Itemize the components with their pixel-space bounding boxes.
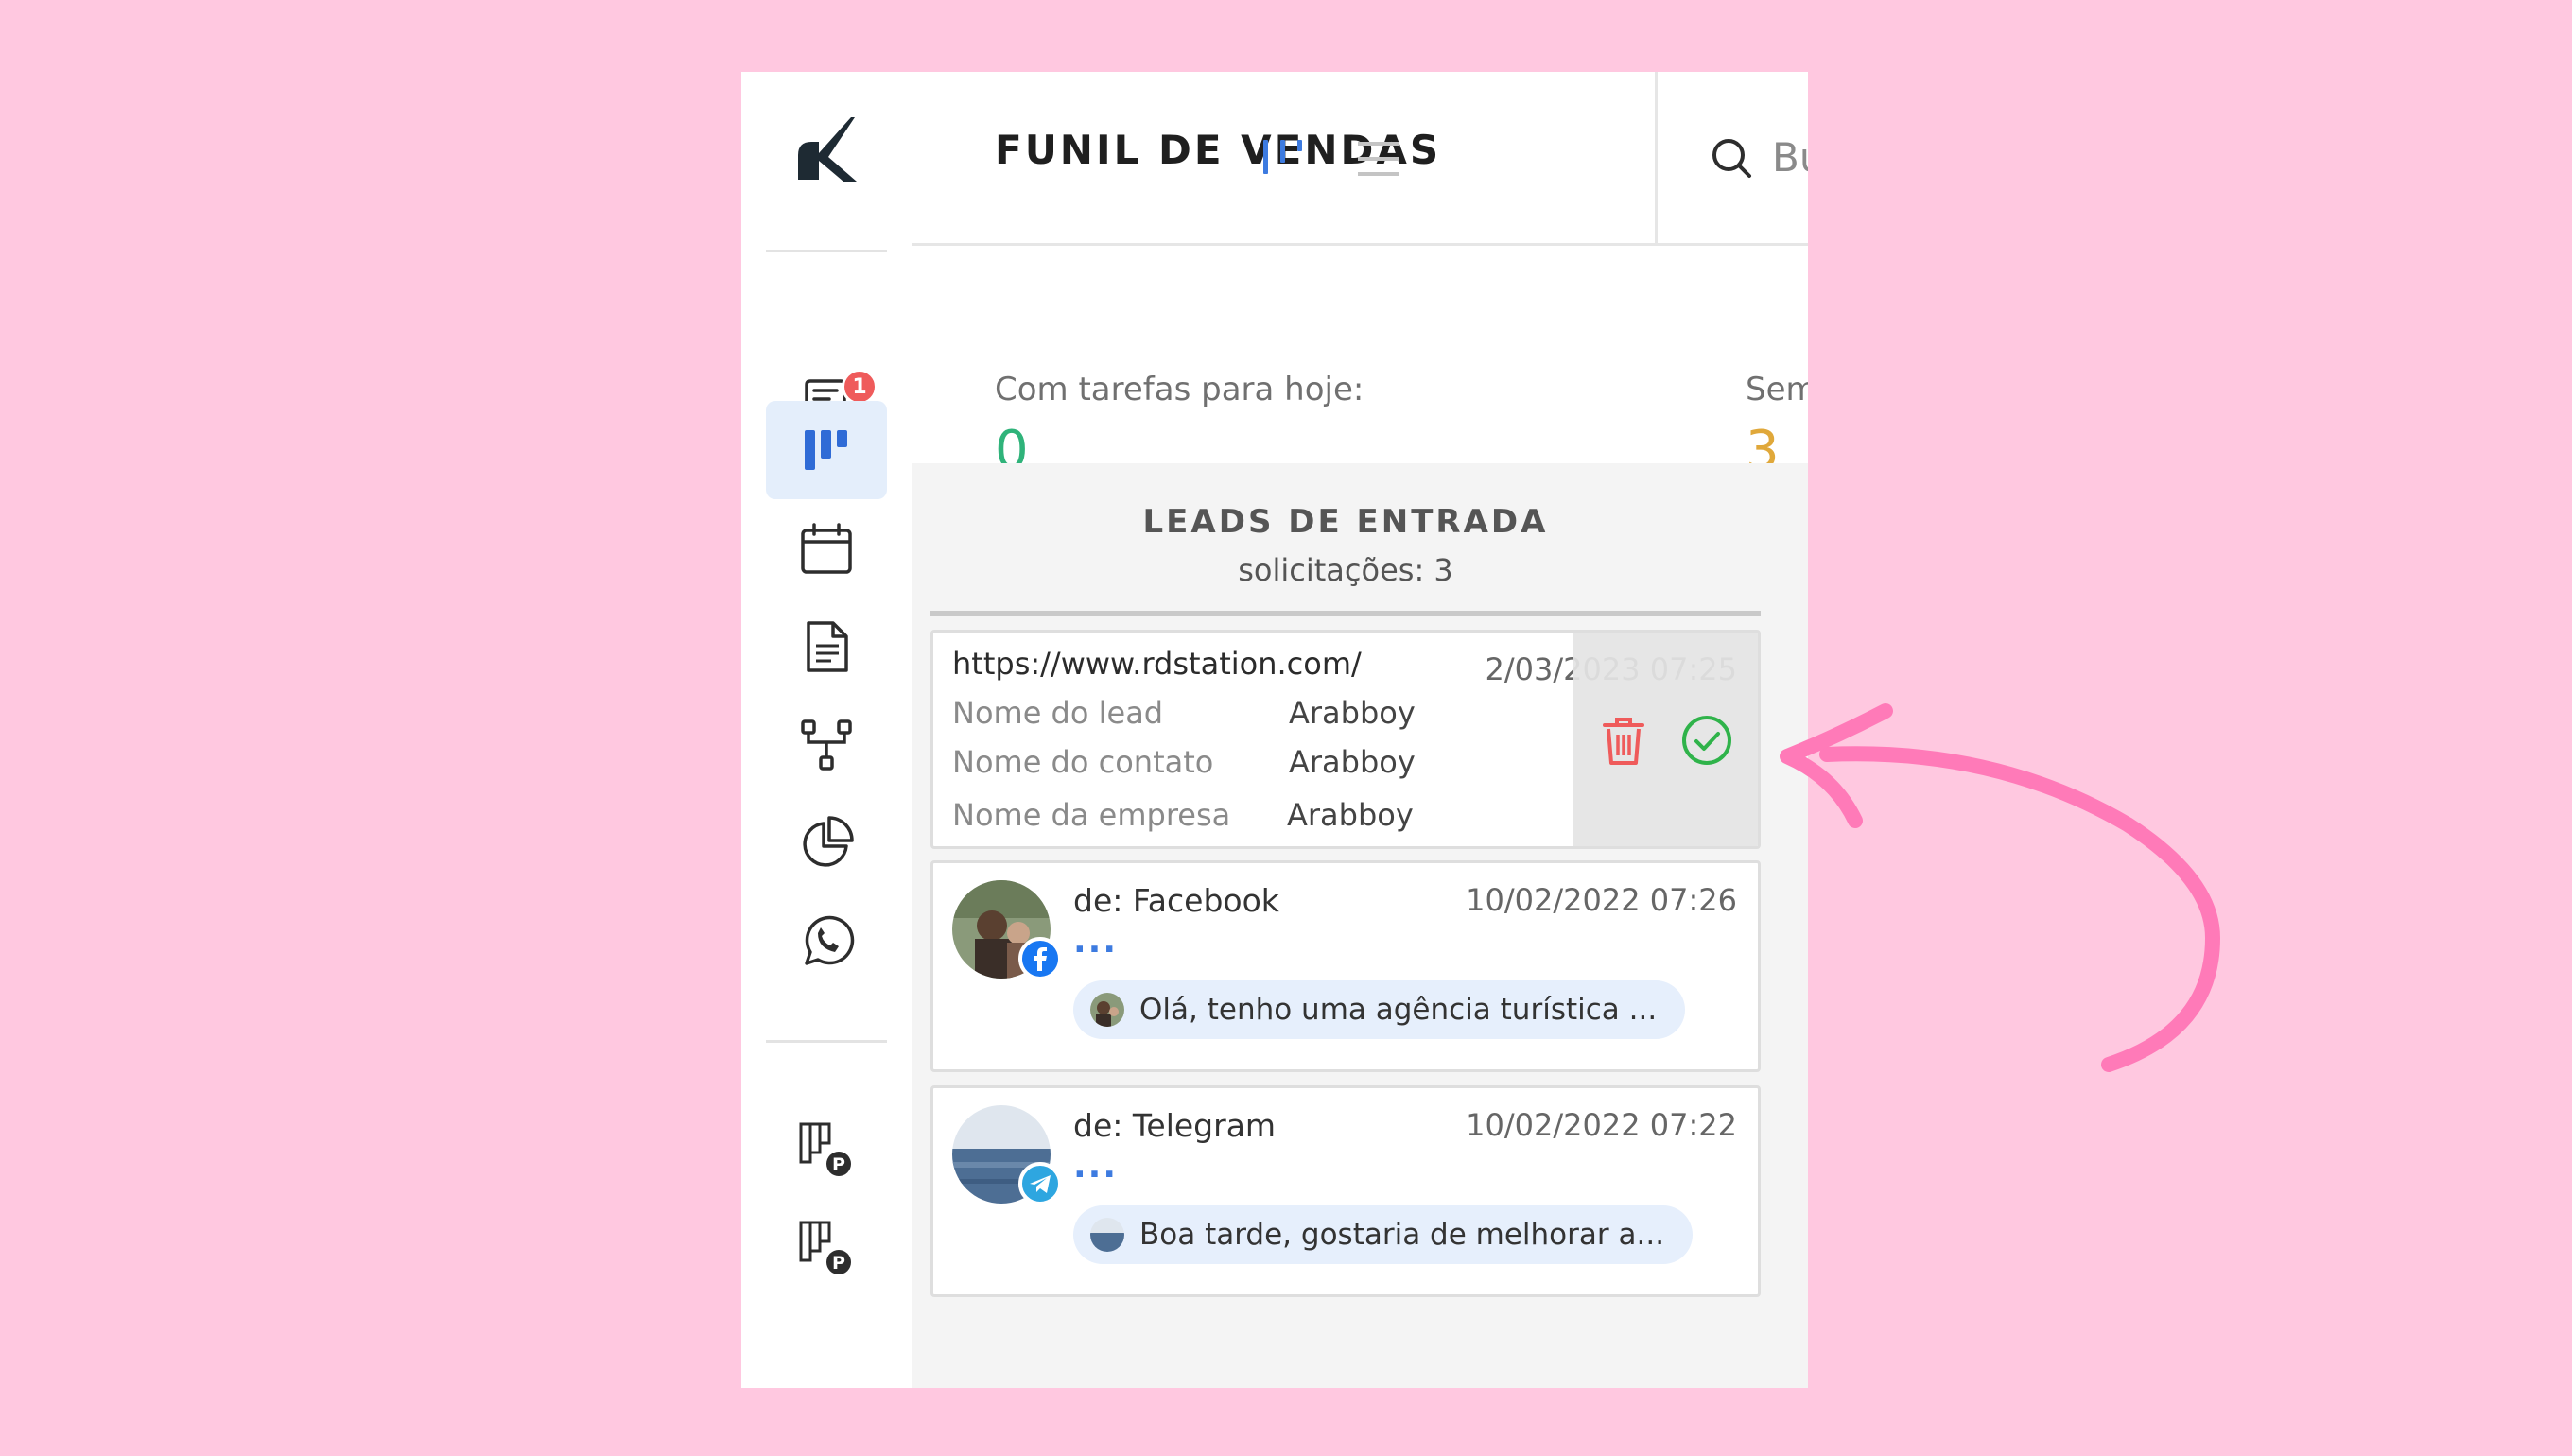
facebook-icon xyxy=(1018,937,1062,980)
avatar xyxy=(1090,993,1124,1027)
column-title: LEADS DE ENTRADA xyxy=(1142,503,1549,541)
kanban-view-icon xyxy=(1263,140,1302,174)
lead-source-url[interactable]: https://www.rdstation.com/ xyxy=(952,646,1362,682)
sidebar-divider xyxy=(766,250,887,252)
lead-actions-overlay xyxy=(1573,633,1758,846)
topbar-divider xyxy=(1655,72,1658,246)
sidebar-item-reports[interactable] xyxy=(766,794,887,893)
pipeline-p-icon: P xyxy=(799,1221,851,1274)
kanban-view-button[interactable] xyxy=(1260,134,1309,183)
svg-text:P: P xyxy=(832,1253,845,1274)
accept-button[interactable] xyxy=(1678,712,1735,769)
more-dots[interactable]: ... xyxy=(1073,922,1118,961)
column-divider xyxy=(930,611,1761,616)
list-view-button[interactable] xyxy=(1354,134,1403,183)
stat-without-label: Sem xyxy=(1746,371,1808,408)
field-value-contact: Arabboy xyxy=(1289,744,1416,780)
notification-badge: 1 xyxy=(842,369,878,405)
field-label-company: Nome da empresa xyxy=(952,797,1231,833)
annotation-arrow xyxy=(1780,703,2221,1072)
lead-card-facebook[interactable]: de: Facebook 10/02/2022 07:26 ... Olá, t… xyxy=(930,860,1761,1072)
telegram-icon xyxy=(1018,1162,1062,1205)
lead-card-telegram[interactable]: de: Telegram 10/02/2022 07:22 ... Boa ta… xyxy=(930,1085,1761,1297)
lead-source: de: Facebook xyxy=(1073,882,1279,919)
field-value-lead: Arabboy xyxy=(1289,695,1416,731)
more-dots[interactable]: ... xyxy=(1073,1147,1118,1186)
app-logo[interactable] xyxy=(791,113,862,185)
whatsapp-icon xyxy=(805,915,855,965)
search-icon[interactable] xyxy=(1708,134,1757,183)
pie-chart-icon xyxy=(803,816,854,867)
stat-today-label: Com tarefas para hoje: xyxy=(995,371,1364,408)
pipeline-p-icon: P xyxy=(799,1122,851,1176)
search-input[interactable]: Bu xyxy=(1772,134,1808,181)
field-label-lead: Nome do lead xyxy=(952,695,1164,731)
message-preview: Olá, tenho uma agência turística ... xyxy=(1139,993,1658,1027)
sidebar-item-documents[interactable] xyxy=(766,598,887,696)
lead-card-form[interactable]: https://www.rdstation.com/ 2/03/2023 07:… xyxy=(930,630,1761,849)
main-area: FUNIL DE VENDAS B Com tarefas para hoje:… xyxy=(912,72,1808,1388)
lead-source: de: Telegram xyxy=(1073,1107,1277,1144)
lead-date: 10/02/2022 07:26 xyxy=(1466,882,1737,918)
message-preview: Boa tarde, gostaria de melhorar a... xyxy=(1139,1218,1665,1252)
list-view-icon xyxy=(1358,142,1399,176)
kanban-icon xyxy=(805,430,847,470)
sidebar-item-automation[interactable] xyxy=(766,696,887,794)
document-icon xyxy=(807,621,848,672)
column-subtitle: solicitações: 3 xyxy=(1238,552,1453,588)
sidebar-item-whatsapp[interactable] xyxy=(766,893,887,991)
delete-button[interactable] xyxy=(1595,712,1652,769)
svg-text:P: P xyxy=(832,1154,845,1175)
sidebar-item-calendar[interactable] xyxy=(766,499,887,598)
app-window: 1 P P FUNIL DE VENDAS B Com tarefas para… xyxy=(741,72,1808,1388)
sidebar: 1 P P xyxy=(741,72,912,1388)
pipeline-column: LEADS DE ENTRADA solicitações: 3 https:/… xyxy=(912,463,1808,1388)
top-bar: FUNIL DE VENDAS B xyxy=(912,72,1808,246)
sidebar-item-kanban[interactable] xyxy=(766,401,887,499)
field-label-contact: Nome do contato xyxy=(952,744,1214,780)
sidebar-item-pipeline-2[interactable]: P xyxy=(766,1199,887,1297)
workflow-icon xyxy=(801,719,852,771)
trash-icon xyxy=(1603,718,1644,765)
avatar xyxy=(1090,1218,1124,1252)
stats-panel: Com tarefas para hoje: 0 Sem 3 xyxy=(912,246,1808,481)
calendar-icon xyxy=(801,523,852,574)
field-value-company: Arabboy xyxy=(1287,797,1414,833)
message-bubble[interactable]: Boa tarde, gostaria de melhorar a... xyxy=(1073,1205,1694,1264)
sidebar-item-pipeline-1[interactable]: P xyxy=(766,1101,887,1199)
message-bubble[interactable]: Olá, tenho uma agência turística ... xyxy=(1073,980,1686,1039)
sidebar-divider xyxy=(766,1040,887,1043)
lead-date: 10/02/2022 07:22 xyxy=(1466,1107,1737,1143)
check-circle-icon xyxy=(1682,716,1731,765)
